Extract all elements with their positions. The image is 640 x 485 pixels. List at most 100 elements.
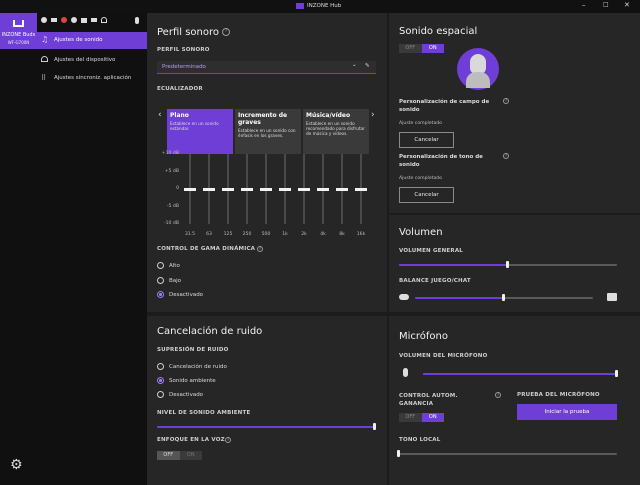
eq-band-label: 2k — [301, 232, 307, 237]
toggle-off: OFF — [405, 45, 416, 51]
spatial-title: Sonido espacial — [399, 26, 478, 37]
sidebar-item-device[interactable]: Ajustes del dispositivo — [37, 53, 147, 69]
eq-band-knob[interactable] — [298, 188, 310, 191]
help-icon[interactable]: ? — [222, 28, 230, 36]
field-label: Personalización de campo de sonido — [399, 99, 490, 113]
sidetone-knob[interactable] — [397, 450, 400, 457]
eq-band-knob[interactable] — [355, 188, 367, 191]
radio-desactivado[interactable] — [157, 291, 164, 298]
tone-cancel-button[interactable]: Cancelar — [399, 187, 454, 203]
ambient-fill — [157, 426, 375, 428]
help-icon[interactable]: ? — [257, 246, 263, 252]
balance-fill — [415, 297, 504, 299]
spatial-toggle[interactable]: OFF ON — [399, 44, 444, 53]
sound-profile-title: Perfil sonoro — [157, 27, 219, 38]
eq-band-knob[interactable] — [241, 188, 253, 191]
settings-gear-icon[interactable]: ⚙ — [10, 457, 23, 473]
sidebar-item-sound[interactable]: ♫ Ajustes de sonido — [37, 32, 147, 49]
prev-preset-icon[interactable]: ‹ — [158, 110, 162, 120]
gamepad-icon — [399, 294, 409, 300]
balance-knob[interactable] — [502, 294, 505, 301]
dyn-range-label: CONTROL DE GAMA DINÁMICA — [157, 246, 256, 252]
maximize-icon[interactable]: □ — [603, 1, 609, 8]
card-title: Plano — [170, 112, 189, 119]
mode-icon — [41, 17, 47, 23]
eq-band-knob[interactable] — [184, 188, 196, 191]
mic-panel: Micrófono VOLUMEN DEL MICRÓFONO CONTROL … — [389, 316, 640, 485]
general-volume-knob[interactable] — [506, 261, 509, 268]
profile-value: Predeterminado — [162, 64, 206, 70]
radio-label: Alto — [169, 263, 180, 269]
mic-volume-knob[interactable] — [615, 370, 618, 377]
noise-panel: Cancelación de ruido SUPRESIÓN DE RUIDO … — [147, 316, 387, 485]
agc-toggle[interactable]: OFF ON — [399, 413, 444, 422]
case-icon — [81, 17, 87, 23]
card-title: Incremento de graves — [238, 112, 288, 126]
mic-test-label: PRUEBA DEL MICRÓFONO — [517, 392, 600, 398]
minimize-icon[interactable]: – — [582, 1, 586, 9]
card-desc: Establece en un sonido estándar. — [170, 121, 219, 131]
app-logo-icon — [296, 3, 304, 9]
sidebar-item-label: Ajustes sincroniz. aplicación — [54, 75, 132, 81]
eq-db-label: -10 dB — [163, 221, 179, 226]
mic-volume-fill — [423, 373, 617, 375]
eq-band-knob[interactable] — [279, 188, 291, 191]
card-title: Música/vídeo — [306, 112, 351, 119]
radio-ambient[interactable] — [157, 377, 164, 384]
edit-icon[interactable]: ✎ — [365, 63, 370, 69]
eq-band-label: 16k — [356, 232, 366, 237]
tone-status: Ajuste completado — [399, 176, 442, 181]
mic-status-icon — [135, 17, 139, 24]
eq-band-knob[interactable] — [317, 188, 329, 191]
eq-band-knob[interactable] — [260, 188, 272, 191]
profile-select[interactable]: Predeterminado ⌄ ✎ — [157, 61, 376, 74]
card-desc: Establece en un sonido con énfasis en lo… — [238, 128, 296, 138]
mic-volume-slider[interactable] — [423, 373, 617, 375]
general-volume-label: VOLUMEN GENERAL — [399, 248, 463, 254]
volume-panel: Volumen VOLUMEN GENERAL BALANCE JUEGO/CH… — [389, 215, 640, 312]
voice-focus-toggle[interactable]: OFF ON — [157, 451, 202, 460]
next-preset-icon[interactable]: › — [371, 110, 375, 120]
field-status: Ajuste completado — [399, 121, 442, 126]
radio-bajo[interactable] — [157, 277, 164, 284]
eq-band-label: 1k — [282, 232, 288, 237]
mic-test-button[interactable]: Iniciar la prueba — [517, 404, 617, 420]
spatial-panel: Sonido espacial OFF ON Personalización d… — [389, 13, 640, 213]
eq-db-label: +5 dB — [164, 168, 179, 174]
eq-band-label: 125 — [223, 232, 233, 237]
radio-alto[interactable] — [157, 262, 164, 269]
sidebar-item-sync[interactable]: ⠿ Ajustes sincroniz. aplicación — [37, 71, 147, 87]
field-cancel-button[interactable]: Cancelar — [399, 132, 454, 148]
eq-band-knob[interactable] — [203, 188, 215, 191]
radio-label: Desactivado — [169, 392, 204, 398]
sidetone-slider[interactable] — [399, 453, 617, 455]
help-icon[interactable]: ? — [495, 392, 501, 398]
device-tile[interactable]: INZONE Buds WF-G700N — [0, 13, 37, 49]
eq-band-label: 4k — [320, 232, 326, 237]
radio-label: Bajo — [169, 278, 182, 284]
help-icon[interactable]: ? — [503, 153, 509, 159]
eq-band-knob[interactable] — [222, 188, 234, 191]
card-desc: Establece en un sonido recomendado para … — [306, 121, 365, 136]
ambient-knob[interactable] — [373, 423, 376, 430]
close-icon[interactable]: ✕ — [624, 1, 630, 9]
eq-band-knob[interactable] — [336, 188, 348, 191]
title-bar: INZONE Hub – □ ✕ — [0, 0, 640, 13]
device-model: WF-G700N — [7, 40, 30, 45]
app-title: INZONE Hub — [307, 3, 342, 9]
sound-profile-panel: Perfil sonoro ? PERFIL SONORO Predetermi… — [147, 13, 387, 312]
help-icon[interactable]: ? — [225, 437, 231, 443]
ambient-slider[interactable] — [157, 426, 375, 428]
eq-band-label: 500 — [261, 232, 271, 237]
eq-label: ECUALIZADOR — [157, 86, 203, 92]
radio-noise-cancel[interactable] — [157, 363, 164, 370]
radio-off[interactable] — [157, 391, 164, 398]
toggle-off: OFF — [405, 414, 416, 420]
mic-title: Micrófono — [399, 331, 449, 342]
general-volume-fill — [399, 264, 508, 266]
eq-band-label: 31.5 — [184, 232, 196, 237]
radio-label: Cancelación de ruido — [169, 364, 227, 370]
tone-label: Personalización de tono de sonido — [399, 154, 483, 168]
toggle-on: ON — [421, 413, 444, 422]
help-icon[interactable]: ? — [503, 98, 509, 104]
